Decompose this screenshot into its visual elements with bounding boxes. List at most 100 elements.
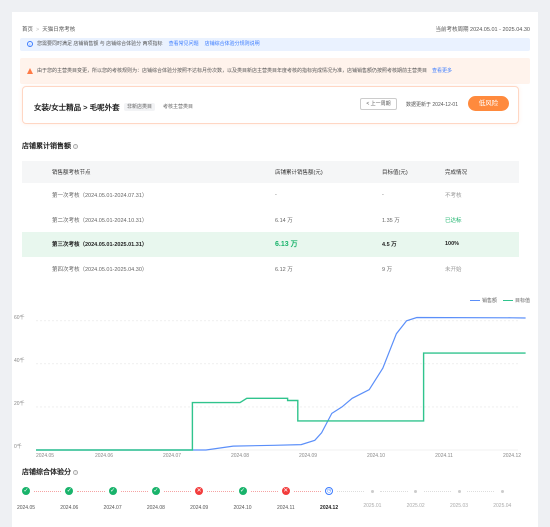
breadcrumb-separator: >	[36, 27, 40, 33]
period-value: 2024.05.01 - 2025.04.30	[470, 27, 530, 33]
main-category-label: 考核主营类目	[163, 104, 194, 110]
check-icon: ✓	[22, 487, 30, 495]
row-target: -	[382, 192, 384, 199]
month-step[interactable]: 2025.03	[439, 487, 479, 509]
faq-link[interactable]: 查看常见问题	[169, 41, 199, 47]
info-text: 您需要同时满足 店铺销售额 与 店铺综合体验分 两项指标	[37, 41, 163, 47]
table-header: 销售额考核节点 店铺累计销售额(元) 目标值(元) 完成情况	[22, 161, 519, 183]
pending-dot-icon	[414, 490, 418, 493]
period-label: 当前考核周期	[435, 27, 469, 33]
month-step[interactable]: 2025.04	[482, 487, 522, 509]
chart-legend: 销售额 目标值	[464, 297, 530, 304]
check-icon: ✓	[108, 487, 117, 495]
month-step[interactable]: ✓ 2024.07	[93, 487, 133, 511]
main-panel: 首页 > 天猫日常考核 当前考核周期 2024.05.01 - 2025.04.30…	[12, 12, 538, 527]
category-tag: 非新店类目	[124, 103, 156, 111]
help-icon[interactable]: ?	[73, 469, 78, 475]
x-tick-label: 2024.09	[299, 453, 317, 459]
clock-icon: ◷	[325, 487, 334, 495]
breadcrumb-home[interactable]: 首页	[22, 27, 33, 33]
update-info: 数据更新于 2024-12-01	[406, 101, 458, 108]
row-node: 第四次考核（2024.05.01-2025.04.30）	[52, 266, 148, 273]
series-line-sales	[36, 316, 526, 451]
y-tick-label: 60千	[14, 314, 25, 321]
month-step[interactable]: ✕ 2024.09	[179, 487, 219, 511]
row-status: 已达标	[445, 217, 462, 224]
month-label: 2024.05	[16, 505, 36, 511]
experience-title-text: 店铺综合体验分	[22, 469, 71, 476]
check-icon: ✓	[151, 487, 160, 495]
month-step[interactable]: 2025.02	[396, 487, 436, 509]
x-tick-label: 2024.05	[36, 453, 54, 459]
table-row: 第四次考核（2024.05.01-2025.04.30） 6.12 万 9 万 …	[22, 257, 519, 282]
month-label: 2024.12	[320, 505, 339, 511]
assessment-period: 当前考核周期 2024.05.01 - 2025.04.30	[436, 25, 531, 33]
sales-chart: 0千 20千 40千 60千 2024.05 2024.06 2024.07 2024.08…	[14, 314, 526, 459]
month-label: 2025.02	[406, 503, 425, 509]
risk-level-button[interactable]: 低风险	[468, 96, 509, 111]
more-link[interactable]: 查看更多	[432, 68, 452, 74]
pending-dot-icon	[370, 490, 374, 493]
experience-section-title: 店铺综合体验分?	[22, 467, 78, 477]
category-meta: 非新店类目 考核主营类目	[124, 103, 194, 111]
row-status: 100%	[445, 241, 460, 248]
info-icon: i	[27, 40, 33, 47]
month-step[interactable]: 2025.01	[352, 487, 392, 509]
table-row-current: 第三次考核（2024.05.01-2025.01.31） 6.13 万 4.5 …	[22, 232, 519, 257]
month-step[interactable]: ✓ 2024.06	[49, 487, 89, 511]
month-step[interactable]: ✓ 2024.08	[136, 487, 176, 511]
y-tick-label: 20千	[14, 400, 25, 407]
y-tick-label: 40千	[14, 357, 25, 364]
month-step[interactable]: ✓ 2024.10	[223, 487, 263, 511]
row-sales: -	[275, 192, 277, 199]
month-label: 2024.11	[276, 505, 295, 511]
sales-section-title: 店铺累计销售额?	[22, 141, 78, 151]
legend-swatch-sales	[469, 299, 480, 302]
row-status: 不考核	[445, 193, 462, 200]
experience-progress: ✓ 2024.05 ✓ 2024.06 ✓ 2024.07 ✓ 2024.08 ✕ 2024.09…	[12, 487, 538, 527]
month-step[interactable]: ✓ 2024.05	[6, 487, 46, 511]
column-header: 完成情况	[445, 170, 468, 176]
rules-link[interactable]: 店铺综合体验分规则说明	[205, 41, 260, 47]
info-banner: i 您需要同时满足 店铺销售额 与 店铺综合体验分 两项指标 查看常见问题 店铺综合体…	[20, 38, 530, 51]
breadcrumb-current: 天猫日常考核	[42, 27, 76, 33]
warning-icon	[27, 67, 33, 74]
pending-dot-icon	[500, 490, 504, 493]
warning-text: 由于您的主营类目变更，所以您的考核规则为：店铺综合体验分按照不达标月份次数，以及…	[37, 68, 428, 74]
close-icon: ✕	[281, 487, 290, 495]
pending-dot-icon	[457, 490, 461, 493]
x-tick-label: 2024.06	[95, 453, 113, 459]
x-tick-label: 2024.11	[435, 453, 453, 459]
close-icon: ✕	[195, 487, 204, 495]
column-header: 目标值(元)	[382, 170, 408, 176]
month-step[interactable]: ◷ 2024.12	[309, 487, 349, 511]
month-label: 2024.08	[146, 505, 165, 511]
month-label: 2024.06	[60, 505, 79, 511]
row-status: 未开始	[445, 266, 462, 273]
x-tick-label: 2024.08	[231, 453, 249, 459]
x-tick-label: 2024.12	[503, 453, 521, 459]
month-label: 2024.07	[103, 505, 122, 511]
breadcrumb: 首页 > 天猫日常考核	[22, 25, 75, 33]
series-line-target	[36, 352, 526, 451]
month-label: 2024.09	[190, 505, 209, 511]
row-node: 第三次考核（2024.05.01-2025.01.31）	[52, 242, 148, 249]
help-icon[interactable]: ?	[73, 143, 78, 149]
prev-period-button[interactable]: < 上一周期	[360, 98, 397, 110]
month-step[interactable]: ✕ 2024.11	[266, 487, 306, 511]
month-label: 2025.04	[493, 503, 512, 509]
x-tick-label: 2024.10	[367, 453, 385, 459]
row-target: 1.35 万	[382, 217, 400, 224]
row-sales: 6.13 万	[275, 241, 298, 249]
warning-banner: 由于您的主营类目变更，所以您的考核规则为：店铺综合体验分按照不达标月份次数，以及…	[20, 58, 530, 84]
row-sales: 6.12 万	[275, 266, 293, 273]
month-label: 2025.03	[449, 503, 469, 509]
column-header: 店铺累计销售额(元)	[275, 170, 323, 176]
month-label: 2024.10	[233, 505, 252, 511]
row-sales: 6.14 万	[275, 217, 293, 224]
updated-label: 数据更新于	[406, 102, 432, 108]
row-target: 4.5 万	[382, 242, 397, 249]
table-row: 第二次考核（2024.05.01-2024.10.31） 6.14 万 1.35…	[22, 208, 519, 233]
row-node: 第二次考核（2024.05.01-2024.10.31）	[52, 217, 148, 224]
x-tick-label: 2024.07	[163, 453, 181, 459]
